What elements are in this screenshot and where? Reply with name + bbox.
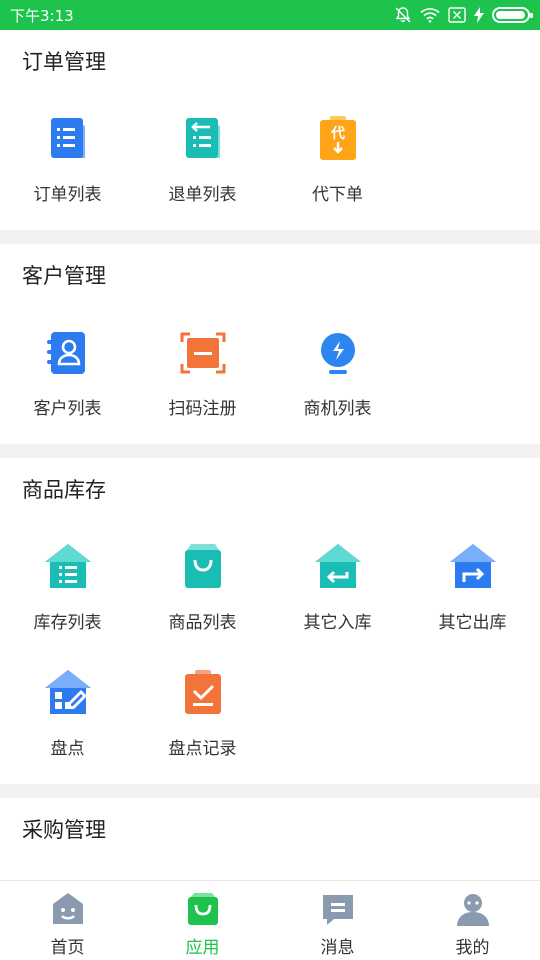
tab-label: 消息	[320, 938, 355, 958]
other-outbound-tile[interactable]: 其它出库	[405, 522, 540, 648]
opportunity-list-tile[interactable]: 商机列表	[270, 308, 405, 434]
tile-label: 商品列表	[168, 613, 237, 633]
bottom-tab-bar: 首页 应用 消息 我的	[0, 880, 540, 960]
scan-register-tile[interactable]: 扫码注册	[135, 308, 270, 434]
charging-icon	[474, 7, 484, 23]
tile-label: 盘点	[50, 739, 85, 759]
warehouse-list-icon	[43, 542, 93, 592]
tab-label: 应用	[185, 938, 220, 958]
tile-label: 订单列表	[33, 185, 102, 205]
tile-label: 代下单	[312, 185, 363, 205]
section-product-inventory: 商品库存 库存列表 商品列表 其它入库 其它出库 盘点 盘点记录	[0, 458, 540, 784]
mute-bell-icon	[394, 6, 412, 24]
order-list-tile[interactable]: 订单列表	[0, 94, 135, 220]
purchase-tile[interactable]	[135, 862, 270, 880]
shopping-bag-icon	[178, 542, 228, 592]
tile-label: 扫码注册	[168, 399, 237, 419]
tile-label: 其它出库	[438, 613, 507, 633]
main-content[interactable]: 订单管理 订单列表 退单列表 代 代下单 客户管理 客户列表 扫码注册 商机列表…	[0, 30, 540, 880]
no-sim-icon	[448, 7, 466, 23]
tab-home[interactable]: 首页	[0, 881, 135, 960]
proxy-order-icon: 代	[313, 114, 363, 164]
warehouse-out-icon	[448, 542, 498, 592]
tile-label: 退单列表	[168, 185, 237, 205]
tab-profile[interactable]: 我的	[405, 881, 540, 960]
section-title: 商品库存	[22, 478, 106, 502]
inventory-record-tile[interactable]: 盘点记录	[135, 648, 270, 774]
profile-icon	[455, 891, 491, 927]
lightbulb-icon	[313, 328, 363, 378]
inventory-check-icon	[43, 668, 93, 718]
wifi-icon	[420, 7, 440, 23]
other-inbound-tile[interactable]: 其它入库	[270, 522, 405, 648]
tile-label: 其它入库	[303, 613, 372, 633]
customer-list-tile[interactable]: 客户列表	[0, 308, 135, 434]
tile-label: 客户列表	[33, 399, 102, 419]
battery-icon	[492, 7, 533, 23]
inventory-check-tile[interactable]: 盘点	[0, 648, 135, 774]
tile-label: 库存列表	[33, 613, 102, 633]
tile-label: 商机列表	[303, 399, 372, 419]
tab-label: 首页	[50, 938, 85, 958]
tile-label: 盘点记录	[168, 739, 237, 759]
scan-register-icon	[178, 328, 228, 378]
tab-messages[interactable]: 消息	[270, 881, 405, 960]
svg-text:代: 代	[330, 125, 345, 142]
inventory-list-tile[interactable]: 库存列表	[0, 522, 135, 648]
status-icons	[394, 6, 533, 24]
purchase-tile[interactable]	[0, 862, 135, 880]
tab-label: 我的	[455, 938, 490, 958]
warehouse-in-icon	[313, 542, 363, 592]
status-time: 下午3:13	[10, 6, 74, 25]
status-bar: 下午3:13	[0, 0, 540, 30]
message-icon	[320, 891, 356, 927]
contacts-book-icon	[43, 328, 93, 378]
section-title: 订单管理	[22, 50, 106, 74]
section-purchase-management: 采购管理	[0, 798, 540, 880]
proxy-order-tile[interactable]: 代 代下单	[270, 94, 405, 220]
section-order-management: 订单管理 订单列表 退单列表 代 代下单	[0, 30, 540, 230]
return-list-icon	[178, 114, 228, 164]
product-list-tile[interactable]: 商品列表	[135, 522, 270, 648]
document-list-icon	[43, 114, 93, 164]
return-list-tile[interactable]: 退单列表	[135, 94, 270, 220]
section-title: 客户管理	[22, 264, 106, 288]
section-title: 采购管理	[22, 818, 106, 842]
tab-apps[interactable]: 应用	[135, 881, 270, 960]
apps-bag-icon	[185, 891, 221, 927]
section-customer-management: 客户管理 客户列表 扫码注册 商机列表	[0, 244, 540, 444]
home-face-icon	[50, 891, 86, 927]
checklist-record-icon	[178, 668, 228, 718]
